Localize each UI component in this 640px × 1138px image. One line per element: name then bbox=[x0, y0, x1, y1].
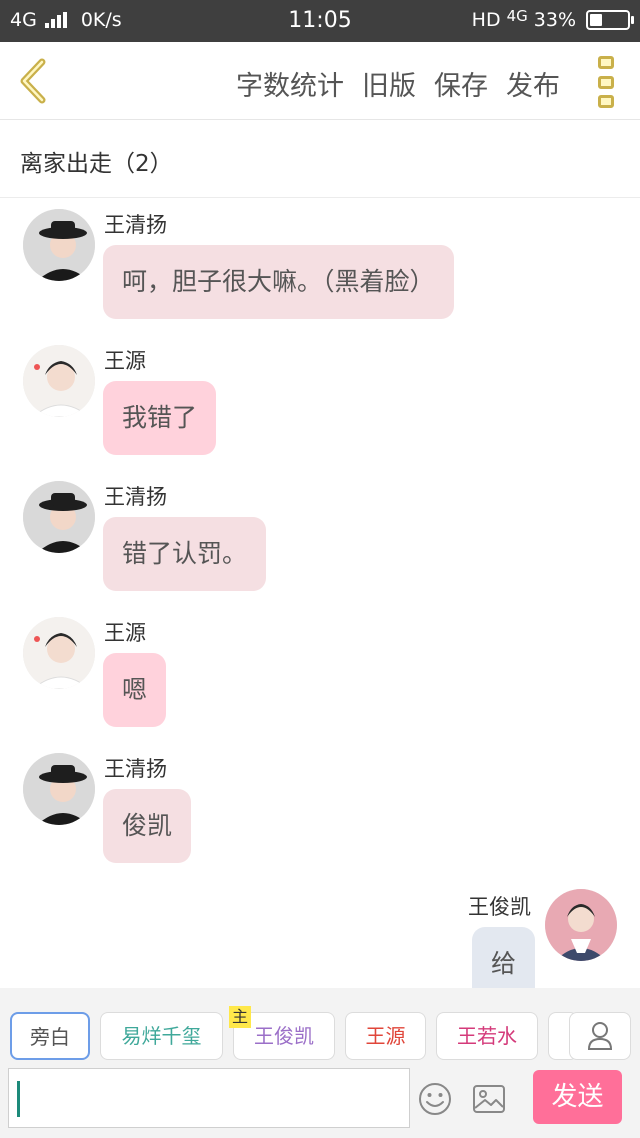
message-bubble[interactable]: 给 bbox=[472, 927, 536, 989]
message-list[interactable]: 王清扬 呵，胆子很大嘛。（黑着脸） 王源 我错了 王清扬 错了认罚。 王源 嗯 … bbox=[0, 199, 640, 989]
character-label: 旁白 bbox=[30, 1025, 70, 1049]
sender-name: 王清扬 bbox=[104, 213, 167, 237]
toolbar-actions: 字数统计 旧版 保存 发布 bbox=[236, 64, 560, 103]
sender-name: 王源 bbox=[104, 349, 146, 373]
character-label: 王若水 bbox=[457, 1024, 517, 1048]
battery-icon bbox=[586, 10, 634, 30]
editor-toolbar: 字数统计 旧版 保存 发布 bbox=[0, 42, 640, 120]
sender-name: 王源 bbox=[104, 621, 146, 645]
word-count-button[interactable]: 字数统计 bbox=[236, 64, 344, 103]
chapter-title[interactable]: 离家出走（2） bbox=[20, 144, 173, 178]
save-button[interactable]: 保存 bbox=[434, 64, 488, 103]
send-button[interactable]: 发送 bbox=[533, 1070, 622, 1124]
text-caret bbox=[17, 1081, 20, 1117]
back-button[interactable] bbox=[14, 56, 54, 106]
avatar-wang-yuan[interactable] bbox=[23, 617, 95, 689]
character-label: 易烊千玺 bbox=[121, 1024, 202, 1048]
character-chip-wang-yuan[interactable]: 王源 bbox=[345, 1012, 426, 1060]
sender-name: 王清扬 bbox=[104, 485, 167, 509]
image-button[interactable] bbox=[472, 1082, 506, 1116]
character-chip-wang-ruoshui[interactable]: 王若水 bbox=[436, 1012, 538, 1060]
sender-name: 王俊凯 bbox=[468, 895, 531, 919]
chapter-header: 离家出走（2） bbox=[0, 120, 640, 198]
avatar-wang-junkai[interactable] bbox=[545, 889, 617, 961]
avatar-wang-yuan[interactable] bbox=[23, 345, 95, 417]
host-tag: 主 bbox=[229, 1006, 251, 1028]
character-label: 王俊凯 bbox=[254, 1024, 314, 1048]
chat-message[interactable]: 王清扬 呵，胆子很大嘛。（黑着脸） bbox=[0, 199, 640, 329]
image-icon bbox=[473, 1085, 505, 1113]
sender-name: 王清扬 bbox=[104, 757, 167, 781]
old-version-button[interactable]: 旧版 bbox=[362, 64, 416, 103]
status-bar: 4G 0K/s 11:05 HD 4G 33% bbox=[0, 0, 640, 42]
chat-message[interactable]: 王清扬 错了认罚。 bbox=[0, 471, 640, 601]
chat-message[interactable]: 王源 我错了 bbox=[0, 335, 640, 465]
character-selector: 旁白 易烊千玺 主 王俊凯 王源 王若水 bbox=[0, 988, 640, 1068]
avatar-wang-qingyang[interactable] bbox=[23, 209, 95, 281]
user-icon bbox=[587, 1022, 613, 1050]
character-chip-narrator[interactable]: 旁白 bbox=[10, 1012, 90, 1060]
message-bubble[interactable]: 俊凯 bbox=[103, 789, 192, 863]
message-bubble[interactable]: 嗯 bbox=[103, 653, 167, 727]
chat-message[interactable]: 王俊凯 给 bbox=[0, 879, 640, 989]
chevron-left-icon bbox=[20, 58, 46, 104]
character-label: 王源 bbox=[365, 1024, 406, 1048]
status-right: HD 4G 33% bbox=[471, 7, 634, 31]
add-character-button[interactable] bbox=[569, 1012, 631, 1060]
avatar-wang-qingyang[interactable] bbox=[23, 753, 95, 825]
network-right-label: 4G bbox=[506, 7, 528, 25]
battery-percent: 33% bbox=[533, 9, 576, 31]
hd-label: HD bbox=[471, 9, 501, 31]
publish-button[interactable]: 发布 bbox=[506, 64, 560, 103]
character-chip-yi-yangqianxi[interactable]: 易烊千玺 bbox=[100, 1012, 223, 1060]
chat-message[interactable]: 王清扬 俊凯 bbox=[0, 743, 640, 873]
message-bubble[interactable]: 我错了 bbox=[103, 381, 217, 455]
message-bubble[interactable]: 错了认罚。 bbox=[103, 517, 267, 591]
avatar-wang-qingyang[interactable] bbox=[23, 481, 95, 553]
smiley-icon bbox=[419, 1083, 451, 1115]
emoji-button[interactable] bbox=[418, 1082, 452, 1116]
message-bubble[interactable]: 呵，胆子很大嘛。（黑着脸） bbox=[103, 245, 454, 319]
message-input[interactable] bbox=[8, 1068, 410, 1128]
chat-message[interactable]: 王源 嗯 bbox=[0, 607, 640, 737]
input-row: 发送 bbox=[0, 1068, 640, 1138]
more-vertical-icon[interactable] bbox=[598, 56, 614, 108]
